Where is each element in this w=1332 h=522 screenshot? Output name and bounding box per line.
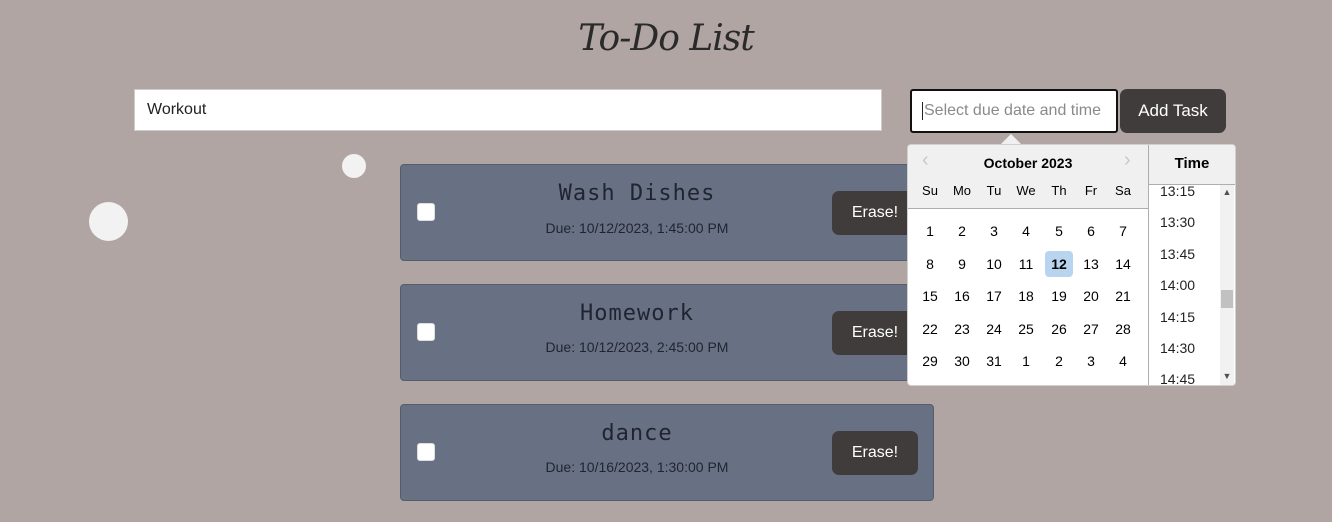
calendar-day[interactable]: 14 bbox=[1109, 251, 1137, 277]
due-date-placeholder: Select due date and time bbox=[924, 102, 1102, 119]
calendar-day[interactable]: 23 bbox=[948, 316, 976, 342]
calendar-day[interactable]: 18 bbox=[1012, 283, 1040, 309]
time-list: Time 13:15 13:30 13:45 14:00 14:15 14:30 14:45… bbox=[1148, 145, 1235, 385]
calendar-header: ‹ October 2023 › Su Mo Tu We Th Fr Sa bbox=[908, 145, 1148, 209]
calendar-day[interactable]: 29 bbox=[916, 348, 944, 374]
datepicker-popup: ‹ October 2023 › Su Mo Tu We Th Fr Sa 12345678… bbox=[907, 144, 1236, 386]
calendar-day[interactable]: 19 bbox=[1045, 283, 1073, 309]
calendar-day[interactable]: 2 bbox=[948, 218, 976, 244]
page-title: To-Do List bbox=[578, 18, 754, 59]
scroll-thumb[interactable] bbox=[1221, 290, 1233, 308]
text-caret bbox=[922, 102, 923, 120]
calendar-day[interactable]: 30 bbox=[948, 348, 976, 374]
task-card: Homework Due: 10/12/2023, 2:45:00 PM Era… bbox=[400, 284, 934, 381]
time-option[interactable]: 13:30 bbox=[1160, 214, 1195, 230]
calendar-day[interactable]: 17 bbox=[980, 283, 1008, 309]
calendar-day[interactable]: 3 bbox=[980, 218, 1008, 244]
current-month: October 2023 bbox=[983, 155, 1073, 171]
time-header: Time bbox=[1149, 145, 1235, 185]
scroll-up-icon[interactable]: ▲ bbox=[1222, 187, 1232, 197]
calendar-day[interactable]: 3 bbox=[1077, 348, 1105, 374]
scroll-down-icon[interactable]: ▼ bbox=[1222, 371, 1232, 381]
calendar-day[interactable]: 20 bbox=[1077, 283, 1105, 309]
time-option[interactable]: 14:30 bbox=[1160, 340, 1195, 356]
calendar-day[interactable]: 5 bbox=[1045, 218, 1073, 244]
task-card: Wash Dishes Due: 10/12/2023, 1:45:00 PM … bbox=[400, 164, 934, 261]
datepicker-pointer bbox=[1001, 134, 1021, 144]
calendar-day[interactable]: 6 bbox=[1077, 218, 1105, 244]
task-input[interactable]: Workout bbox=[134, 89, 882, 131]
calendar-day[interactable]: 31 bbox=[980, 348, 1008, 374]
calendar-day[interactable]: 24 bbox=[980, 316, 1008, 342]
calendar-day[interactable]: 10 bbox=[980, 251, 1008, 277]
decorative-bubble-large bbox=[89, 202, 128, 241]
weekday-label: We bbox=[1016, 183, 1036, 198]
calendar-day[interactable]: 13 bbox=[1077, 251, 1105, 277]
erase-button[interactable]: Erase! bbox=[832, 311, 918, 355]
calendar-day[interactable]: 9 bbox=[948, 251, 976, 277]
time-scrollbar[interactable]: ▲ ▼ bbox=[1220, 185, 1234, 385]
calendar-day[interactable]: 15 bbox=[916, 283, 944, 309]
weekday-label: Th bbox=[1051, 183, 1067, 198]
decorative-bubble-small bbox=[342, 154, 366, 178]
weekday-label: Su bbox=[922, 183, 938, 198]
weekday-label: Tu bbox=[986, 183, 1002, 198]
task-name: dance bbox=[601, 421, 673, 446]
calendar-day[interactable]: 4 bbox=[1109, 348, 1137, 374]
calendar-day[interactable]: 7 bbox=[1109, 218, 1137, 244]
calendar-day[interactable]: 28 bbox=[1109, 316, 1137, 342]
calendar-day[interactable]: 1 bbox=[1012, 348, 1040, 374]
calendar-day[interactable]: 21 bbox=[1109, 283, 1137, 309]
time-option[interactable]: 13:45 bbox=[1160, 246, 1195, 262]
task-due-date: Due: 10/12/2023, 2:45:00 PM bbox=[545, 339, 729, 355]
task-name: Homework bbox=[580, 301, 694, 326]
calendar-day[interactable]: 27 bbox=[1077, 316, 1105, 342]
calendar-day[interactable]: 16 bbox=[948, 283, 976, 309]
weekday-label: Sa bbox=[1115, 183, 1131, 198]
calendar-day[interactable]: 25 bbox=[1012, 316, 1040, 342]
time-option[interactable]: 14:15 bbox=[1160, 309, 1195, 325]
task-input-value: Workout bbox=[147, 101, 207, 118]
task-name: Wash Dishes bbox=[558, 181, 716, 206]
calendar-day[interactable]: 4 bbox=[1012, 218, 1040, 244]
task-due-date: Due: 10/12/2023, 1:45:00 PM bbox=[545, 220, 729, 236]
calendar-day[interactable]: 8 bbox=[916, 251, 944, 277]
weekday-label: Mo bbox=[952, 183, 972, 198]
time-option[interactable]: 13:15 bbox=[1160, 183, 1195, 199]
add-task-button[interactable]: Add Task bbox=[1120, 89, 1226, 133]
calendar-day[interactable]: 1 bbox=[916, 218, 944, 244]
task-due-date: Due: 10/16/2023, 1:30:00 PM bbox=[545, 459, 729, 475]
time-option[interactable]: 14:45 bbox=[1160, 371, 1195, 385]
calendar-day[interactable]: 22 bbox=[916, 316, 944, 342]
calendar-day[interactable]: 26 bbox=[1045, 316, 1073, 342]
weekday-label: Fr bbox=[1084, 183, 1098, 198]
time-option[interactable]: 14:00 bbox=[1160, 277, 1195, 293]
task-card: dance Due: 10/16/2023, 1:30:00 PM Erase! bbox=[400, 404, 934, 501]
erase-button[interactable]: Erase! bbox=[832, 191, 918, 235]
chevron-right-icon[interactable]: › bbox=[1124, 149, 1131, 172]
calendar-day[interactable]: 11 bbox=[1012, 251, 1040, 277]
erase-button[interactable]: Erase! bbox=[832, 431, 918, 475]
calendar-day[interactable]: 2 bbox=[1045, 348, 1073, 374]
calendar-day-selected[interactable]: 12 bbox=[1045, 251, 1073, 277]
due-date-input[interactable]: Select due date and time bbox=[910, 89, 1118, 133]
